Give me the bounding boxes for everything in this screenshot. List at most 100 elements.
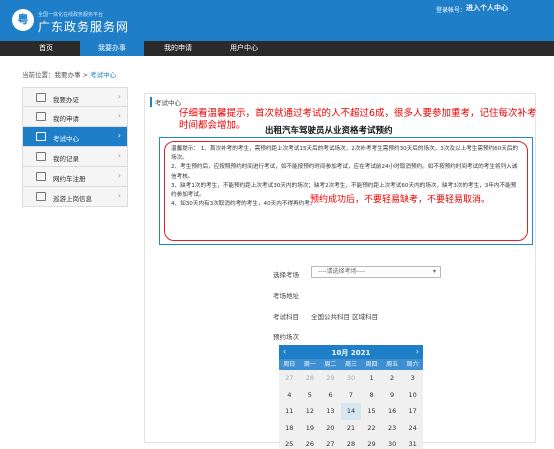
calendar-day[interactable]: 13 <box>320 403 341 420</box>
calendar-day[interactable]: 6 <box>320 387 341 404</box>
date-picker: ‹ 10月 2021 › 周日 周一 周二 周三 周四 周五 周六 27 28 29… <box>279 345 423 449</box>
calendar-day[interactable]: 23 <box>382 420 403 437</box>
breadcrumb-current: 考试中心 <box>90 71 117 79</box>
calendar-day[interactable]: 10 <box>402 387 423 404</box>
calendar-week: 25 26 27 28 29 30 31 <box>279 436 423 449</box>
sidebar-item-label: 我要办证 <box>53 96 79 104</box>
calendar-day[interactable]: 4 <box>279 387 300 404</box>
page-body: 当前位置：我要办事 > 考试中心 我要办证 › 我的申请 › 考试中心 › 我的… <box>16 56 542 449</box>
calendar-day[interactable]: 27 <box>279 370 300 387</box>
sidebar-item-label: 我的申请 <box>53 115 79 123</box>
weekday-label: 周六 <box>406 361 419 368</box>
brand-subtitle: 全国一体化在线政务服务平台 <box>38 12 104 18</box>
calendar-day[interactable]: 31 <box>402 436 423 449</box>
nav-home[interactable]: 首页 <box>14 41 78 56</box>
chevron-right-icon: › <box>117 131 121 140</box>
sidebar-item-my-applications[interactable]: 我的申请 › <box>22 107 128 127</box>
weekday-row: 周日 周一 周二 周三 周四 周五 周六 <box>279 359 423 370</box>
notice-line: 2、考生预约后，应按照预约时间进行考试，如不能按预约时间参加考试，应在考试前24… <box>171 164 518 180</box>
calendar-day[interactable]: 9 <box>382 387 403 404</box>
sidebar-item-my-records[interactable]: 我的记录 › <box>22 147 128 167</box>
calendar-day[interactable]: 14 <box>340 403 362 420</box>
calendar-day[interactable]: 15 <box>361 403 382 420</box>
weekday-label: 周日 <box>283 361 296 368</box>
calendar-day[interactable]: 26 <box>300 436 321 449</box>
calendar-day[interactable]: 7 <box>341 387 362 404</box>
calendar-day[interactable]: 28 <box>300 370 321 387</box>
calendar-day[interactable]: 30 <box>341 370 362 387</box>
calendar-day[interactable]: 30 <box>382 436 403 449</box>
calendar-day[interactable]: 28 <box>341 436 362 449</box>
breadcrumb-path[interactable]: 当前位置：我要办事 > <box>22 71 88 79</box>
exam-title: 出租汽车驾驶员从业资格考试预约 <box>265 126 393 136</box>
weekday-label: 周三 <box>344 361 357 368</box>
calendar-day[interactable]: 16 <box>382 403 403 420</box>
calendar-day[interactable]: 1 <box>361 370 382 387</box>
nav-my-applications[interactable]: 我的申请 <box>146 41 210 56</box>
calendar-day[interactable]: 5 <box>300 387 321 404</box>
calendar-day[interactable]: 18 <box>279 420 300 437</box>
site-logo: 粤 <box>12 9 34 31</box>
exam-site-select[interactable]: ----请选择考场---- ▾ <box>311 266 441 278</box>
weekday-label: 周四 <box>365 361 378 368</box>
calendar-day[interactable]: 11 <box>279 403 300 420</box>
calendar-day[interactable]: 29 <box>320 370 341 387</box>
calendar-day[interactable]: 25 <box>279 436 300 449</box>
calendar-day[interactable]: 8 <box>361 387 382 404</box>
breadcrumb: 当前位置：我要办事 > 考试中心 <box>22 69 116 79</box>
panel-title: 考试中心 <box>150 97 181 107</box>
nav-user-center[interactable]: 用户中心 <box>212 41 276 56</box>
calendar-day[interactable]: 3 <box>402 370 423 387</box>
calendar-grid: 27 28 29 30 1 2 3 4 5 6 7 8 9 10 11 12 13 14 15 16 17 18 19 20 2… <box>279 370 423 449</box>
calendar-month: 10月 2021 <box>331 349 371 357</box>
calendar-day[interactable]: 24 <box>402 420 423 437</box>
calendar-week: 4 5 6 7 8 9 10 <box>279 387 423 404</box>
calendar-header: ‹ 10月 2021 › <box>279 345 423 359</box>
calendar-day[interactable]: 22 <box>361 420 382 437</box>
login-label: 登录帐号： <box>435 7 466 14</box>
sidebar-item-label: 巡游上岗信息 <box>53 195 92 203</box>
calendar-day[interactable]: 2 <box>382 370 403 387</box>
edit-icon <box>36 132 46 141</box>
select-value: ----请选择考场---- <box>318 268 366 275</box>
sidebar-item-label: 考试中心 <box>53 135 79 143</box>
sidebar-item-taxi-info[interactable]: 巡游上岗信息 › <box>22 187 128 207</box>
sidebar-item-exam-center[interactable]: 考试中心 › <box>22 127 128 147</box>
calendar-week: 18 19 20 21 22 23 24 <box>279 420 423 437</box>
chevron-right-icon: › <box>117 111 121 120</box>
select-label: 选择考场 <box>273 271 299 279</box>
weekday-label: 周五 <box>386 361 399 368</box>
car-icon <box>36 172 46 181</box>
calendar-day[interactable]: 12 <box>300 403 321 420</box>
sidebar-item-label: 我的记录 <box>53 155 79 163</box>
calendar-day[interactable]: 19 <box>300 420 321 437</box>
user-icon <box>36 93 46 102</box>
calendar-day[interactable]: 21 <box>341 420 362 437</box>
weekday-label: 周二 <box>324 361 337 368</box>
calendar-day[interactable]: 20 <box>320 420 341 437</box>
period-label: 预约场次 <box>273 333 299 341</box>
subject-label: 考试科目 <box>273 313 299 321</box>
sidebar-item-ride-hailing-register[interactable]: 网约车注册 › <box>22 167 128 187</box>
sidebar-item-label: 网约车注册 <box>53 175 86 183</box>
chevron-right-icon[interactable]: › <box>416 347 419 356</box>
chevron-right-icon: › <box>117 191 121 200</box>
notice-line: 温馨提示： 1、首次补考的考生，需预约距上次考试15天后的考试场次，2次补考考生… <box>171 146 519 162</box>
brand-title: 广东政务服务网 <box>38 20 130 34</box>
notice-content: 温馨提示： 1、首次补考的考生，需预约距上次考试15天后的考试场次，2次补考考生… <box>164 141 528 241</box>
nav-services[interactable]: 我要办事 <box>80 41 144 56</box>
chevron-right-icon: › <box>117 171 121 180</box>
sidebar: 我要办证 › 我的申请 › 考试中心 › 我的记录 › 网约车注册 › 巡游上岗… <box>22 87 128 207</box>
calendar-day[interactable]: 17 <box>402 403 423 420</box>
annotation-warning: 预约成功后，不要轻易缺考，不要轻易取消。 <box>310 195 491 205</box>
calendar-day[interactable]: 29 <box>361 436 382 449</box>
sidebar-item-apply-license[interactable]: 我要办证 › <box>22 87 128 107</box>
user-center-link[interactable]: 进入个人中心 <box>466 3 508 13</box>
weekday-label: 周一 <box>303 361 316 368</box>
chevron-down-icon: ▾ <box>432 268 436 275</box>
notice-box: 温馨提示： 1、首次补考的考生，需预约距上次考试15天后的考试场次，2次补考考生… <box>159 137 533 245</box>
calendar-day[interactable]: 27 <box>320 436 341 449</box>
chevron-right-icon: › <box>117 151 121 160</box>
subject-value: 全国公共科目 区域科目 <box>311 313 379 321</box>
document-icon <box>36 112 46 121</box>
